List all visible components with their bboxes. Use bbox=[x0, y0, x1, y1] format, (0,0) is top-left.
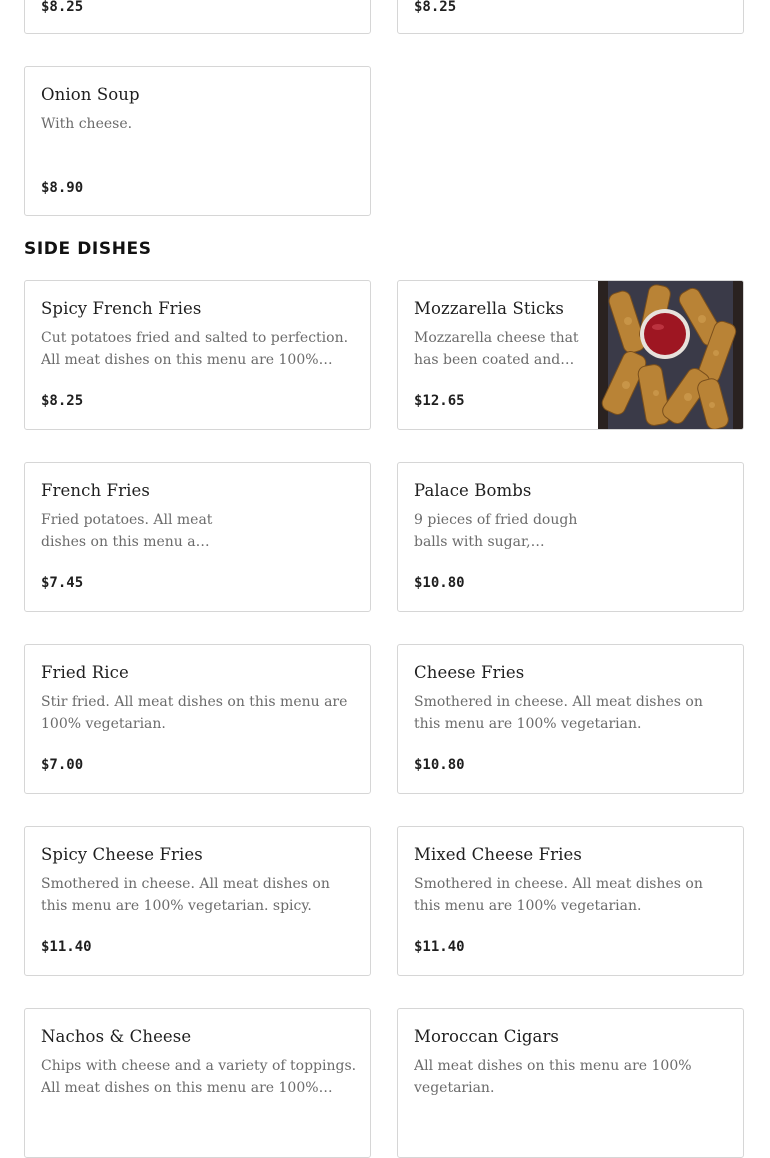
item-name: Mozzarella Sticks bbox=[414, 299, 564, 318]
item-price: $7.00 bbox=[41, 757, 84, 773]
item-description: Fried potatoes. All meat dishes on this … bbox=[41, 512, 213, 550]
menu-item-card-mixed-cheese-fries[interactable]: Mixed Cheese Fries Smothered in cheese. … bbox=[397, 826, 744, 976]
menu-item-card-moroccan-cigars[interactable]: Moroccan Cigars All meat dishes on this … bbox=[397, 1008, 744, 1158]
menu-item-card-cheese-fries[interactable]: Cheese Fries Smothered in cheese. All me… bbox=[397, 644, 744, 794]
menu-item-card-french-fries[interactable]: French Fries Fried potatoes. All meat di… bbox=[24, 462, 371, 612]
item-name: Moroccan Cigars bbox=[414, 1027, 559, 1046]
item-name: Cheese Fries bbox=[414, 663, 525, 682]
item-description: Smothered in cheese. All meat dishes on … bbox=[414, 694, 703, 732]
menu-item-card-spicy-french-fries[interactable]: Spicy French Fries Cut potatoes fried an… bbox=[24, 280, 371, 430]
menu-item-card-spicy-cheese-fries[interactable]: Spicy Cheese Fries Smothered in cheese. … bbox=[24, 826, 371, 976]
item-description: With cheese. bbox=[41, 116, 133, 132]
menu-item-card[interactable]: $8.25 bbox=[24, 0, 371, 34]
item-name: Spicy Cheese Fries bbox=[41, 845, 203, 864]
menu-item-card-onion-soup[interactable]: Onion Soup With cheese. $8.90 bbox=[24, 66, 371, 216]
menu-item-card-nachos-and-cheese[interactable]: Nachos & Cheese Chips with cheese and a … bbox=[24, 1008, 371, 1158]
item-description: All meat dishes on this menu are 100% ve… bbox=[414, 1058, 692, 1096]
item-price: $10.80 bbox=[414, 757, 465, 773]
item-name: Fried Rice bbox=[41, 663, 129, 682]
menu-item-card-fried-rice[interactable]: Fried Rice Stir fried. All meat dishes o… bbox=[24, 644, 371, 794]
item-price: $8.25 bbox=[414, 0, 457, 15]
menu-item-card-mozzarella-sticks[interactable]: Mozzarella Sticks Mozzarella cheese that… bbox=[397, 280, 744, 430]
item-price: $8.90 bbox=[41, 180, 84, 196]
item-name: Spicy French Fries bbox=[41, 299, 202, 318]
item-description: Smothered in cheese. All meat dishes on … bbox=[41, 876, 330, 914]
item-name: Onion Soup bbox=[41, 85, 140, 104]
item-name: Palace Bombs bbox=[414, 481, 532, 500]
item-price: $8.25 bbox=[41, 393, 84, 409]
item-price: $7.45 bbox=[41, 575, 84, 591]
item-description: Cut potatoes fried and salted to perfect… bbox=[41, 330, 349, 368]
menu-item-card-palace-bombs[interactable]: Palace Bombs 9 pieces of fried dough bal… bbox=[397, 462, 744, 612]
item-name: Mixed Cheese Fries bbox=[414, 845, 582, 864]
item-description: Chips with cheese and a variety of toppi… bbox=[41, 1058, 357, 1096]
item-description: Mozzarella cheese that has been coated a… bbox=[414, 330, 579, 368]
item-price: $11.40 bbox=[41, 939, 92, 955]
menu-item-card[interactable]: $8.25 bbox=[397, 0, 744, 34]
item-name: French Fries bbox=[41, 481, 150, 500]
item-name: Nachos & Cheese bbox=[41, 1027, 192, 1046]
mozzarella-sticks-photo bbox=[598, 281, 743, 429]
item-price: $8.25 bbox=[41, 0, 84, 15]
item-description: Smothered in cheese. All meat dishes on … bbox=[414, 876, 703, 914]
item-description: Stir fried. All meat dishes on this menu… bbox=[41, 694, 348, 732]
item-price: $10.80 bbox=[414, 575, 465, 591]
item-description: 9 pieces of fried dough balls with sugar… bbox=[414, 512, 578, 550]
item-price: $11.40 bbox=[414, 939, 465, 955]
item-price: $12.65 bbox=[414, 393, 465, 409]
section-title-side-dishes: SIDE DISHES bbox=[24, 239, 152, 259]
